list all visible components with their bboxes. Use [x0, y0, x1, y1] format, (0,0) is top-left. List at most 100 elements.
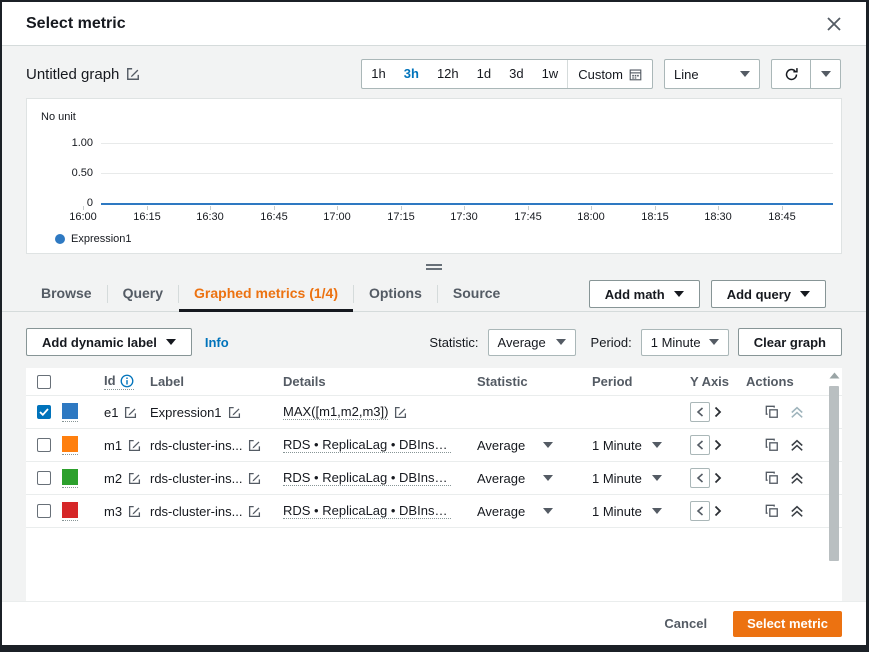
- edit-details-icon[interactable]: [394, 406, 407, 419]
- statistic-select[interactable]: Average: [488, 329, 576, 356]
- row-period-select[interactable]: 1 Minute: [592, 504, 662, 519]
- time-range-custom[interactable]: Custom: [567, 60, 652, 88]
- color-swatch[interactable]: [62, 436, 78, 455]
- metric-details-link[interactable]: MAX([m1,m2,m3]): [283, 404, 388, 420]
- edit-label-icon[interactable]: [248, 505, 261, 518]
- duplicate-icon[interactable]: [765, 504, 779, 518]
- row-period-value: 1 Minute: [592, 438, 642, 453]
- select-metric-button[interactable]: Select metric: [733, 611, 842, 637]
- row-period-select[interactable]: 1 Minute: [592, 471, 662, 486]
- add-math-button[interactable]: Add math: [589, 280, 700, 308]
- x-tick-mark: [528, 206, 529, 210]
- tab-browse[interactable]: Browse: [26, 275, 107, 312]
- info-icon[interactable]: [120, 374, 134, 388]
- refresh-options-caret[interactable]: [810, 60, 840, 88]
- caret-down-icon: [543, 508, 553, 514]
- time-range-1h[interactable]: 1h: [362, 60, 394, 88]
- color-swatch[interactable]: [62, 502, 78, 521]
- chart-legend[interactable]: Expression1: [55, 233, 132, 245]
- add-dynamic-label-button[interactable]: Add dynamic label: [26, 328, 192, 356]
- add-query-label: Add query: [727, 287, 791, 302]
- cancel-button[interactable]: Cancel: [664, 616, 707, 631]
- yaxis-left-icon[interactable]: [690, 435, 710, 455]
- yaxis-left-icon[interactable]: [690, 468, 710, 488]
- dialog-title: Select metric: [26, 15, 126, 33]
- yaxis-right-icon[interactable]: [714, 505, 722, 517]
- graph-title: Untitled graph: [26, 66, 119, 83]
- edit-label-icon[interactable]: [228, 406, 241, 419]
- move-to-top-icon[interactable]: [790, 439, 804, 452]
- select-all-checkbox[interactable]: [37, 375, 51, 389]
- refresh-icon[interactable]: [772, 60, 810, 88]
- move-to-top-icon[interactable]: [790, 472, 804, 485]
- duplicate-icon[interactable]: [765, 438, 779, 452]
- time-range-3h[interactable]: 3h: [395, 60, 428, 88]
- time-range-12h[interactable]: 12h: [428, 60, 468, 88]
- edit-id-icon[interactable]: [128, 505, 141, 518]
- move-to-top-icon[interactable]: [790, 505, 804, 518]
- row-checkbox[interactable]: [37, 471, 51, 485]
- row-checkbox[interactable]: [37, 405, 51, 419]
- time-range-1w[interactable]: 1w: [533, 60, 568, 88]
- x-tick-mark: [401, 206, 402, 210]
- close-icon[interactable]: [822, 12, 846, 36]
- metric-label: Expression1: [150, 405, 222, 420]
- yaxis-right-icon[interactable]: [714, 406, 722, 418]
- yaxis-right-icon[interactable]: [714, 439, 722, 451]
- add-query-button[interactable]: Add query: [711, 280, 826, 308]
- metric-details-link[interactable]: RDS • ReplicaLag • DBInstanceIde...: [283, 503, 451, 519]
- x-tick-mark: [655, 206, 656, 210]
- metric-chart: No unit 1.00 0.50 0 16:00 16:15 16:30 16…: [26, 98, 842, 254]
- x-tick-mark: [782, 206, 783, 210]
- gridline: [101, 173, 833, 174]
- scrollbar-thumb[interactable]: [829, 386, 839, 561]
- edit-id-icon[interactable]: [128, 472, 141, 485]
- caret-down-icon: [740, 71, 750, 77]
- info-link[interactable]: Info: [205, 335, 229, 350]
- tab-source[interactable]: Source: [438, 275, 515, 312]
- row-period-select[interactable]: 1 Minute: [592, 438, 662, 453]
- chart-type-select[interactable]: Line: [664, 59, 760, 89]
- metric-details-link[interactable]: RDS • ReplicaLag • DBInstanceIde...: [283, 437, 451, 453]
- calendar-icon: [629, 68, 642, 81]
- clear-graph-button[interactable]: Clear graph: [738, 328, 842, 356]
- metric-details-link[interactable]: RDS • ReplicaLag • DBInstanceIde...: [283, 470, 451, 486]
- period-select[interactable]: 1 Minute: [641, 329, 729, 356]
- row-checkbox[interactable]: [37, 438, 51, 452]
- color-swatch[interactable]: [62, 403, 78, 422]
- yaxis-left-icon[interactable]: [690, 501, 710, 521]
- duplicate-icon[interactable]: [765, 471, 779, 485]
- time-range-3d[interactable]: 3d: [500, 60, 532, 88]
- edit-label-icon[interactable]: [248, 472, 261, 485]
- tab-options[interactable]: Options: [354, 275, 437, 312]
- scrollbar-up-icon[interactable]: [829, 372, 840, 379]
- edit-graph-title-icon[interactable]: [126, 67, 140, 81]
- table-scrollbar[interactable]: [828, 370, 841, 571]
- edit-id-icon[interactable]: [128, 439, 141, 452]
- edit-id-icon[interactable]: [124, 406, 137, 419]
- metric-label: rds-cluster-ins...: [150, 504, 242, 519]
- row-statistic-select[interactable]: Average: [477, 504, 553, 519]
- metric-id: m2: [104, 471, 122, 486]
- edit-label-icon[interactable]: [248, 439, 261, 452]
- graph-toolbar: Untitled graph 1h 3h 12h 1d 3d 1w Custom…: [26, 59, 841, 89]
- tab-query[interactable]: Query: [108, 275, 178, 312]
- yaxis-left-icon[interactable]: [690, 402, 710, 422]
- color-swatch[interactable]: [62, 469, 78, 488]
- x-tick: 16:45: [252, 211, 296, 223]
- row-statistic-select[interactable]: Average: [477, 438, 553, 453]
- row-checkbox[interactable]: [37, 504, 51, 518]
- period-value: 1 Minute: [651, 335, 701, 350]
- period-label: Period:: [591, 335, 632, 350]
- move-to-top-icon[interactable]: [790, 406, 804, 419]
- time-range-1d[interactable]: 1d: [468, 60, 500, 88]
- caret-down-icon: [709, 339, 719, 345]
- clear-graph-label: Clear graph: [754, 335, 826, 350]
- row-statistic-select[interactable]: Average: [477, 471, 553, 486]
- chart-type-value: Line: [674, 67, 699, 82]
- duplicate-icon[interactable]: [765, 405, 779, 419]
- panel-resize-handle[interactable]: [426, 264, 442, 270]
- table-row: m1 rds-cluster-ins... RDS • ReplicaLag •…: [26, 429, 842, 462]
- tab-graphed-metrics[interactable]: Graphed metrics (1/4): [179, 275, 353, 312]
- yaxis-right-icon[interactable]: [714, 472, 722, 484]
